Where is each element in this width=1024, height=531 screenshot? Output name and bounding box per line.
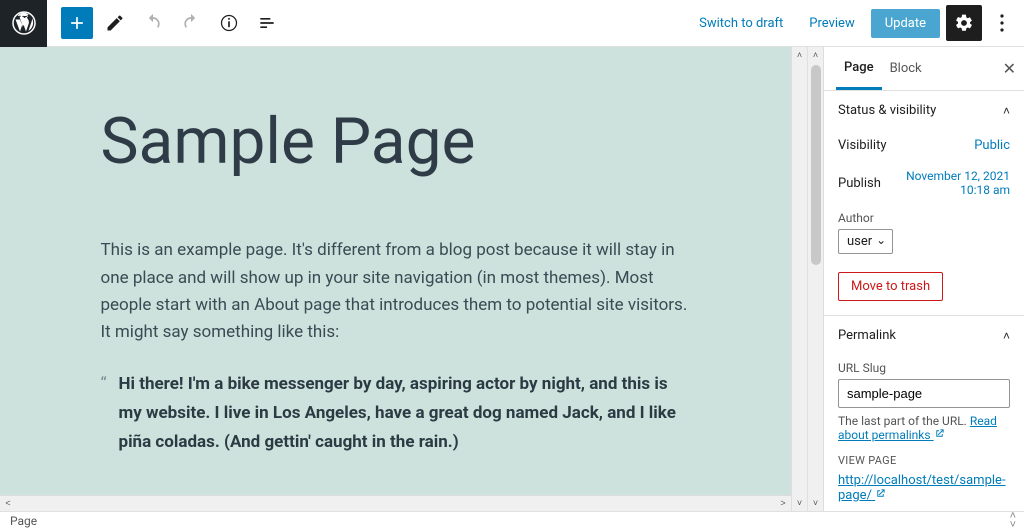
- editor-canvas[interactable]: Sample Page This is an example page. It'…: [0, 47, 791, 495]
- scroll-right-arrow-icon[interactable]: ˃: [775, 498, 791, 509]
- sidebar-scrollbar[interactable]: ˄ ˅: [808, 47, 824, 511]
- switch-to-draft-button[interactable]: Switch to draft: [689, 10, 793, 37]
- post-title[interactable]: Sample Page: [101, 107, 691, 177]
- chevron-up-icon: ˄: [1003, 104, 1010, 118]
- toolbar-right-group: Switch to draft Preview Update: [689, 5, 1016, 41]
- canvas-horizontal-scrollbar[interactable]: ˂ ˃: [0, 495, 791, 511]
- visibility-value[interactable]: Public: [974, 138, 1010, 153]
- author-label: Author: [838, 211, 1010, 225]
- add-block-button[interactable]: [61, 7, 93, 39]
- scroll-up-arrow-icon[interactable]: ˄: [813, 47, 818, 63]
- redo-icon: [175, 7, 207, 39]
- url-slug-input[interactable]: [838, 379, 1010, 408]
- tab-page[interactable]: Page: [836, 48, 882, 90]
- page-content: Sample Page This is an example page. It'…: [71, 47, 721, 477]
- move-to-trash-button[interactable]: Move to trash: [838, 272, 943, 301]
- scrollbar-thumb[interactable]: [811, 65, 821, 265]
- close-sidebar-icon[interactable]: ✕: [1003, 59, 1016, 78]
- scroll-left-arrow-icon[interactable]: ˂: [0, 498, 16, 509]
- chevron-up-icon: ˄: [1003, 329, 1010, 343]
- settings-gear-icon[interactable]: [946, 5, 982, 41]
- panel-header-status[interactable]: Status & visibility ˄: [824, 91, 1024, 130]
- toolbar-left-group: [0, 0, 283, 47]
- paragraph-block[interactable]: This is an example page. It's different …: [101, 237, 691, 346]
- quote-block[interactable]: Hi there! I'm a bike messenger by day, a…: [101, 370, 691, 457]
- edit-mode-icon[interactable]: [99, 7, 131, 39]
- editor-main: Sample Page This is an example page. It'…: [0, 47, 1024, 511]
- view-page-label: VIEW PAGE: [838, 454, 1010, 467]
- scroll-down-arrow-icon[interactable]: ˅: [813, 495, 818, 511]
- panel-permalink: Permalink ˄ URL Slug The last part of th…: [824, 316, 1024, 511]
- external-link-icon: [875, 488, 886, 499]
- panel-title: Permalink: [838, 328, 896, 343]
- publish-value[interactable]: November 12, 2021 10:18 am: [881, 169, 1010, 197]
- external-link-icon: [934, 428, 945, 439]
- canvas-vertical-scrollbar[interactable]: ˄ ˅: [791, 47, 807, 511]
- publish-label: Publish: [838, 176, 881, 191]
- undo-icon: [137, 7, 169, 39]
- info-icon[interactable]: [213, 7, 245, 39]
- scroll-up-arrow-icon[interactable]: ˄: [797, 47, 802, 63]
- status-text: Page: [10, 514, 37, 528]
- more-options-icon[interactable]: [988, 5, 1016, 41]
- author-row: Author user: [824, 205, 1024, 266]
- panel-header-permalink[interactable]: Permalink ˄: [824, 316, 1024, 355]
- sidebar-tabs: Page Block ✕: [824, 47, 1024, 91]
- url-slug-label: URL Slug: [838, 361, 1010, 375]
- editor-top-toolbar: Switch to draft Preview Update: [0, 0, 1024, 47]
- wordpress-logo[interactable]: [0, 0, 47, 47]
- panel-status-visibility: Status & visibility ˄ Visibility Public …: [824, 91, 1024, 316]
- editor-canvas-wrapper: Sample Page This is an example page. It'…: [0, 47, 807, 511]
- preview-button[interactable]: Preview: [799, 10, 864, 37]
- visibility-label: Visibility: [838, 138, 887, 153]
- browser-status-bar: Page ˄˅: [0, 511, 1024, 529]
- panel-title: Status & visibility: [838, 103, 936, 118]
- scroll-down-arrow-icon[interactable]: ˅: [797, 495, 802, 511]
- helper-prefix: The last part of the URL.: [838, 414, 970, 428]
- list-view-icon[interactable]: [251, 7, 283, 39]
- page-url-link[interactable]: http://localhost/test/sample-page/: [838, 473, 1006, 503]
- publish-row: Publish November 12, 2021 10:18 am: [824, 161, 1024, 205]
- page-scroll-arrows-icon[interactable]: ˄˅: [1010, 512, 1014, 530]
- update-button[interactable]: Update: [871, 9, 940, 38]
- visibility-row: Visibility Public: [824, 130, 1024, 161]
- tab-block[interactable]: Block: [882, 49, 930, 88]
- settings-sidebar: ˄ ˅ Page Block ✕ Status & visibility ˄ V…: [807, 47, 1024, 511]
- permalink-helper-text: The last part of the URL. Read about per…: [838, 414, 1010, 442]
- author-select[interactable]: user: [838, 229, 893, 254]
